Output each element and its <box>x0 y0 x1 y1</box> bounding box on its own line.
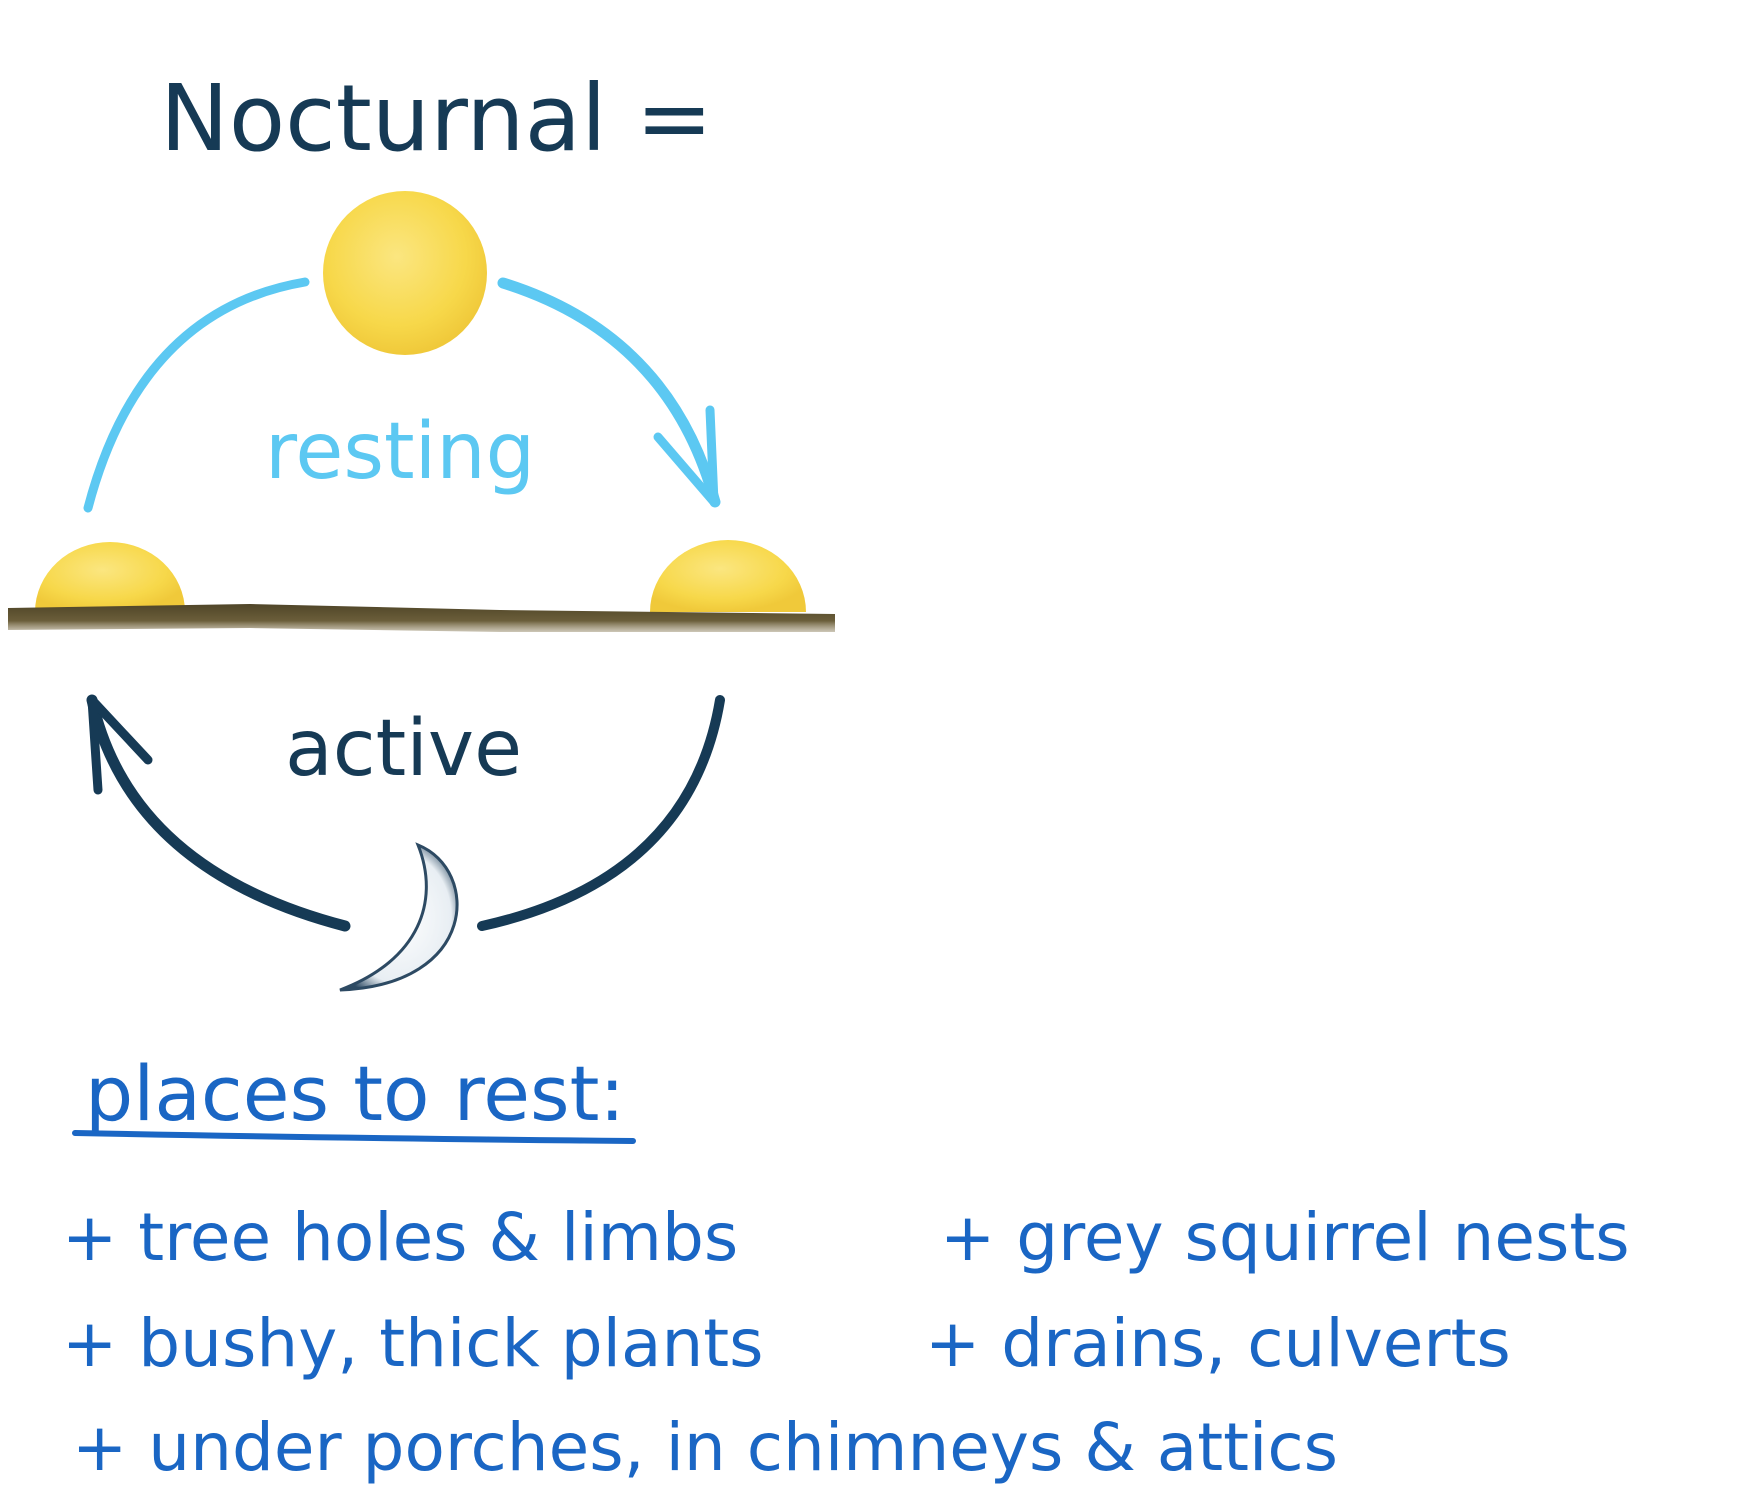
list-item: + drains, culverts <box>925 1305 1511 1382</box>
list-item: + under porches, in chimneys & attics <box>72 1409 1338 1486</box>
active-label: active <box>285 704 522 794</box>
sun-icon <box>323 191 487 355</box>
resting-label: resting <box>265 407 535 497</box>
places-heading: places to rest: <box>85 1049 625 1138</box>
list-item: + tree holes & limbs <box>62 1199 738 1276</box>
setting-sun-icon <box>35 542 185 612</box>
rising-sun-icon <box>650 540 806 612</box>
list-item: + grey squirrel nests <box>940 1199 1630 1276</box>
list-item: + bushy, thick plants <box>62 1305 764 1382</box>
nocturnal-diagram: Nocturnal = resting active places to res… <box>8 65 1630 1486</box>
moon-icon <box>339 842 459 992</box>
page-title: Nocturnal = <box>160 65 713 172</box>
